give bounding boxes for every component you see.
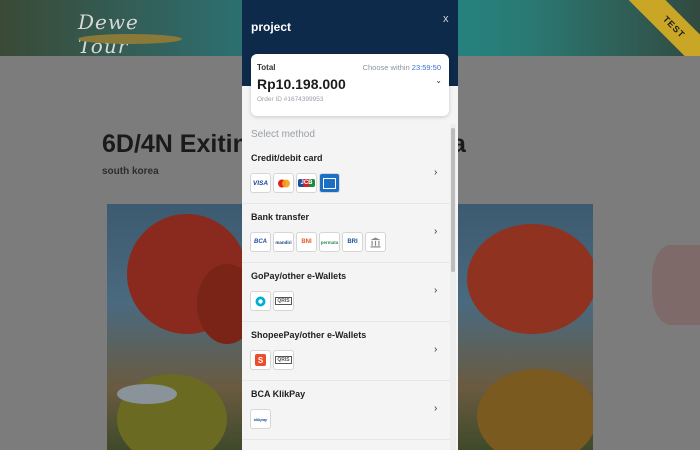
method-shopeepay[interactable]: ShopeePay/other e-Wallets S QRIS › bbox=[242, 322, 450, 381]
total-summary-card[interactable]: Total Choose within 23:59:50 Rp10.198.00… bbox=[251, 54, 449, 116]
chevron-right-icon: › bbox=[434, 403, 438, 414]
method-label: ShopeePay/other e-Wallets bbox=[251, 330, 367, 340]
visa-icon: VISA bbox=[250, 173, 271, 193]
photo-cloud bbox=[117, 384, 177, 404]
order-id: Order ID #1674399953 bbox=[257, 96, 324, 103]
chevron-right-icon: › bbox=[434, 285, 438, 296]
total-amount: Rp10.198.000 bbox=[257, 76, 346, 92]
chevron-right-icon: › bbox=[434, 226, 438, 237]
mastercard-icon bbox=[273, 173, 294, 193]
qris-icon: QRIS bbox=[273, 350, 294, 370]
method-bank-transfer[interactable]: Bank transfer BCA mandiri BNI permata BR… bbox=[242, 204, 450, 263]
visa-text: VISA bbox=[252, 179, 269, 187]
jcb-text: JCB bbox=[298, 179, 315, 187]
qris-text: QRIS bbox=[275, 297, 292, 305]
payment-modal: project x Total Choose within 23:59:50 R… bbox=[242, 0, 458, 450]
qris-icon: QRIS bbox=[273, 291, 294, 311]
payment-deadline: Choose within 23:59:50 bbox=[363, 63, 441, 72]
method-bca-klikpay[interactable]: BCA KlikPay klikpay › bbox=[242, 381, 450, 440]
permata-text: permata bbox=[320, 239, 339, 245]
method-credit-card[interactable]: Credit/debit card VISA JCB › bbox=[242, 145, 450, 204]
site-logo[interactable]: Dewe Tour bbox=[78, 8, 182, 58]
chevron-down-icon[interactable]: ⌄ bbox=[435, 76, 442, 85]
bank-icon bbox=[365, 232, 386, 252]
bni-icon: BNI bbox=[296, 232, 317, 252]
method-label: Bank transfer bbox=[251, 212, 310, 222]
mandiri-text: mandiri bbox=[275, 239, 292, 245]
gopay-icon bbox=[250, 291, 271, 311]
scrollbar-thumb[interactable] bbox=[451, 128, 455, 272]
bca-text: BCA bbox=[254, 239, 267, 245]
method-label: Credit/debit card bbox=[251, 153, 323, 163]
photo-foliage-yellow bbox=[477, 369, 593, 450]
modal-title: project bbox=[251, 20, 292, 34]
mandiri-icon: mandiri bbox=[273, 232, 294, 252]
shopeepay-icon: S bbox=[250, 350, 271, 370]
method-gopay[interactable]: GoPay/other e-Wallets QRIS › bbox=[242, 263, 450, 322]
shopeepay-mark: S bbox=[255, 354, 266, 366]
photo-foliage-red bbox=[467, 224, 593, 334]
close-icon[interactable]: x bbox=[443, 13, 449, 25]
method-logos: S QRIS bbox=[250, 350, 294, 370]
bri-icon: BRI bbox=[342, 232, 363, 252]
amex-mark bbox=[323, 177, 336, 189]
chevron-right-icon: › bbox=[434, 344, 438, 355]
logo-base-decoration bbox=[78, 34, 182, 44]
klikpay-text: klikpay bbox=[253, 416, 268, 422]
chevron-right-icon: › bbox=[434, 167, 438, 178]
qris-text: QRIS bbox=[275, 356, 292, 364]
total-label: Total bbox=[257, 63, 276, 72]
countdown-timer: 23:59:50 bbox=[411, 63, 441, 72]
bri-text: BRI bbox=[347, 239, 358, 245]
decorative-flower bbox=[652, 245, 700, 325]
select-method-heading: Select method bbox=[251, 129, 315, 140]
method-logos: QRIS bbox=[250, 291, 294, 311]
method-logos: BCA mandiri BNI permata BRI bbox=[250, 232, 386, 252]
tour-country: south korea bbox=[102, 166, 159, 177]
amex-icon bbox=[319, 173, 340, 193]
tour-title: 6D/4N Exiting bbox=[102, 130, 264, 158]
jcb-icon: JCB bbox=[296, 173, 317, 193]
choose-within-label: Choose within bbox=[362, 63, 410, 72]
bca-icon: BCA bbox=[250, 232, 271, 252]
method-logos: VISA JCB bbox=[250, 173, 340, 193]
klikpay-icon: klikpay bbox=[250, 409, 271, 429]
method-list-scrollbar[interactable] bbox=[450, 124, 456, 450]
bni-text: BNI bbox=[301, 239, 312, 245]
permata-icon: permata bbox=[319, 232, 340, 252]
method-label: BCA KlikPay bbox=[251, 389, 306, 399]
method-logos: klikpay bbox=[250, 409, 271, 429]
method-label: GoPay/other e-Wallets bbox=[251, 271, 347, 281]
